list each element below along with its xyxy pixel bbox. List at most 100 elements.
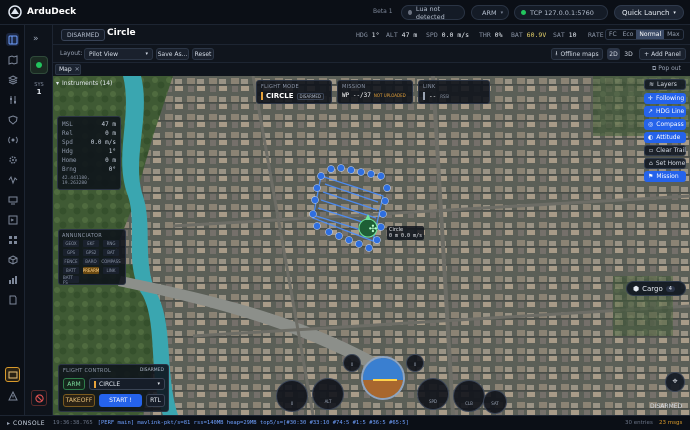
arm-status-pill[interactable]: ARM ▾ xyxy=(471,5,509,20)
view-2d-button[interactable]: 2D xyxy=(607,48,620,60)
arm-button[interactable]: ARM xyxy=(63,378,85,390)
annunciator-item: GEOX xyxy=(63,240,79,247)
rail-wave-icon[interactable] xyxy=(6,173,19,186)
layout-select-value: Pilot View xyxy=(89,50,118,58)
rail-cube-icon[interactable] xyxy=(6,253,19,266)
instrument-row: Hdg 1° xyxy=(62,148,116,155)
rate-option-eco[interactable]: Eco xyxy=(620,30,637,39)
rail-chart-icon[interactable] xyxy=(6,273,19,286)
takeoff-button[interactable]: TAKEOFF xyxy=(63,394,95,407)
cargo-icon: ⬢ xyxy=(633,284,640,293)
connection-pill[interactable]: TCP 127.0.0.1:5760 xyxy=(514,5,608,20)
rail-monitor-icon[interactable] xyxy=(6,193,19,206)
spd-telemetry: SPD 0.0 m/s xyxy=(426,31,470,39)
rail-dashboard-icon[interactable] xyxy=(6,33,19,46)
mode-select[interactable]: CIRCLE ▾ xyxy=(89,378,165,390)
rail-map-icon[interactable] xyxy=(6,53,19,66)
vehicle-status-button[interactable] xyxy=(30,56,48,74)
vehicle-label: Circle 0 m 0.0 m/s xyxy=(387,226,425,240)
flight-mode-card: FLIGHT MODE CIRCLE DISARMED xyxy=(256,80,332,104)
annunciator-item: BAT xyxy=(103,249,119,256)
following-button[interactable]: ✛ Following xyxy=(644,93,686,104)
start-button[interactable]: START ! xyxy=(99,394,142,407)
layers-label: Layers xyxy=(657,81,677,88)
rail-layers-icon[interactable] xyxy=(6,73,19,86)
download-icon: ⭳ xyxy=(555,50,558,57)
pop-out-button[interactable]: ⧉ Pop out xyxy=(652,65,681,73)
annunciator-item: COMPASS xyxy=(101,258,121,265)
attitude-label: Attitude xyxy=(656,134,681,141)
tab-map-label: Map xyxy=(59,66,72,73)
link-card-title: LINK xyxy=(423,84,436,90)
layers-button[interactable]: ≋ Layers xyxy=(644,79,686,90)
lua-status-pill[interactable]: Lua not detected xyxy=(401,4,465,21)
drone-icon[interactable]: ✣ xyxy=(364,220,382,238)
attitude-button[interactable]: ◐ Attitude xyxy=(644,132,686,143)
map-view[interactable]: Circle 0 m 0.0 m/s ✣ ▾ Instruments (14) … xyxy=(53,76,690,415)
rate-option-normal[interactable]: Normal xyxy=(636,30,665,39)
link-card: LINK -- RSSI xyxy=(418,80,490,104)
save-as-button[interactable]: Save As... xyxy=(156,48,189,60)
annunciator-item: RNG xyxy=(103,240,119,247)
mini-gauge: 0 xyxy=(343,354,361,372)
layout-select[interactable]: Pilot View ▾ xyxy=(84,48,153,60)
flag-icon: ⚑ xyxy=(648,173,654,180)
annunciator-item-active: PREARM xyxy=(82,267,100,274)
clear-trail-button[interactable]: ▫ Clear Trail xyxy=(644,145,686,156)
rail-warning-icon[interactable] xyxy=(6,389,19,402)
annunciator-item: GPS2 xyxy=(83,249,99,256)
vehicle-online-dot-icon xyxy=(36,62,42,68)
annunciator-item: BARO xyxy=(83,258,99,265)
rail-gear-icon[interactable] xyxy=(6,153,19,166)
flight-control-title: FLIGHT CONTROL xyxy=(63,368,112,374)
rail-radio-icon[interactable] xyxy=(6,133,19,146)
console-msgs: 23 msgs xyxy=(659,420,683,426)
panel-tab-row xyxy=(53,63,690,76)
pop-out-label: Pop out xyxy=(658,65,681,72)
compass-button[interactable]: ◎ Compass xyxy=(644,119,686,130)
mission-button[interactable]: ⚑ Mission xyxy=(644,171,686,182)
rail-document-icon[interactable] xyxy=(6,293,19,306)
close-icon[interactable]: ✕ xyxy=(75,66,80,73)
offline-maps-button[interactable]: ⭳ Offline maps xyxy=(551,48,603,60)
flight-mode-card-state: DISARMED xyxy=(296,92,324,100)
rate-option-fc[interactable]: FC xyxy=(606,30,620,39)
left-rail xyxy=(0,25,25,430)
no-entry-icon xyxy=(34,393,44,403)
view-3d-button[interactable]: 3D xyxy=(622,48,635,60)
console-bar[interactable]: ▸ CONSOLE 19:36:38.765 [PERF main] mavli… xyxy=(0,415,690,430)
set-home-button[interactable]: ⌂ Set Home xyxy=(644,158,686,169)
lua-status-text: Lua not detected xyxy=(415,4,445,21)
flight-control-state: DISARMED xyxy=(139,368,164,373)
annunciator-item: BATT FS xyxy=(63,275,79,285)
collapse-chevrons-icon[interactable]: » xyxy=(33,34,45,44)
clb-gauge: CLB xyxy=(453,380,485,412)
bat-telemetry: BAT 60.9V xyxy=(511,31,547,39)
instruments-header[interactable]: ▾ Instruments (14) xyxy=(56,80,112,87)
mode-select-value: CIRCLE xyxy=(99,380,121,388)
quick-launch-button[interactable]: Quick Launch ▾ xyxy=(614,5,684,20)
layout-label: Layout: xyxy=(60,50,83,57)
mission-label: Mission xyxy=(656,173,679,180)
annunciator-item: GPS xyxy=(63,249,79,256)
hdg-line-button[interactable]: ↗ HDG Line xyxy=(644,106,686,117)
stop-button[interactable] xyxy=(31,390,47,406)
attitude-indicator xyxy=(361,356,405,400)
rail-terminal-icon[interactable] xyxy=(6,213,19,226)
rate-selector: FC Eco Normal Max xyxy=(605,29,684,40)
tab-map[interactable]: Map ✕ xyxy=(55,64,81,75)
connection-text: TCP 127.0.0.1:5760 xyxy=(530,8,594,17)
link-card-extra: RSSI xyxy=(440,93,450,99)
reset-button[interactable]: Reset xyxy=(192,48,214,60)
rail-grid-icon[interactable] xyxy=(6,233,19,246)
rail-shield-icon[interactable] xyxy=(6,113,19,126)
rtl-button[interactable]: RTL xyxy=(146,394,165,407)
cargo-button[interactable]: ⬢ Cargo 4 xyxy=(626,281,686,296)
rail-sliders-icon[interactable] xyxy=(6,93,19,106)
locate-me-button[interactable]: ⌖ xyxy=(665,372,685,392)
rate-option-max[interactable]: Max xyxy=(664,30,682,39)
add-panel-button[interactable]: + Add Panel xyxy=(639,48,686,60)
armed-state-badge: DISARMED xyxy=(61,29,106,41)
crosshair-icon: ⌖ xyxy=(672,377,678,387)
rail-hud-icon[interactable] xyxy=(5,367,20,382)
